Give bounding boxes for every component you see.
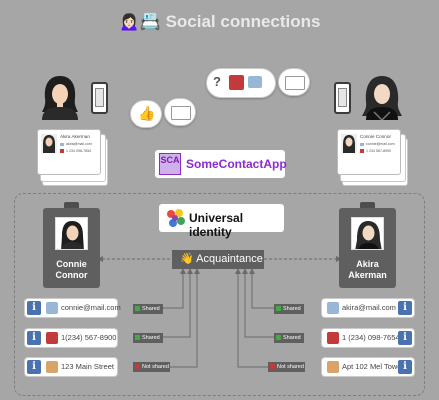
attribute-row-right-phone: 1 (234) 098-7654 i xyxy=(322,329,414,347)
universal-identity-logo-icon xyxy=(167,209,185,227)
acquaintance-relation: 👋 Acquaintance xyxy=(172,250,264,269)
identity-badge-left: Connie Connor xyxy=(43,202,100,288)
attribute-value: akira@mail.com xyxy=(342,303,396,312)
info-icon[interactable]: i xyxy=(27,360,41,374)
attribute-value: Apt 102 Mel Tower xyxy=(342,362,404,371)
home-icon xyxy=(46,361,58,373)
attribute-row-right-email: akira@mail.com i xyxy=(322,299,414,317)
attribute-value: connie@mail.com xyxy=(61,303,121,312)
badge-last-name: Connor xyxy=(55,270,88,280)
identity-badge-right: Akira Akerman xyxy=(339,202,396,288)
info-icon[interactable]: i xyxy=(398,360,412,374)
check-icon xyxy=(135,334,140,340)
info-icon[interactable]: i xyxy=(27,301,41,315)
attribute-value: 123 Main Street xyxy=(61,362,114,371)
attribute-row-right-address: Apt 102 Mel Tower i xyxy=(322,358,414,376)
info-icon[interactable]: i xyxy=(398,331,412,345)
check-icon xyxy=(276,305,281,311)
share-status-tag: Not shared xyxy=(133,362,170,372)
share-status-tag: Shared xyxy=(133,304,163,314)
attribute-value: 1(234) 567-8900 xyxy=(61,333,117,342)
check-icon xyxy=(135,305,140,311)
badge-photo xyxy=(351,217,384,250)
cross-icon xyxy=(270,363,275,369)
info-icon[interactable]: i xyxy=(27,331,41,345)
cross-icon xyxy=(135,363,140,369)
relation-label: Acquaintance xyxy=(196,253,263,265)
info-icon[interactable]: i xyxy=(398,301,412,315)
status-label: Shared xyxy=(142,306,160,312)
share-status-tag: Shared xyxy=(133,333,163,343)
status-label: Not shared xyxy=(142,364,169,370)
check-icon xyxy=(276,334,281,340)
status-label: Shared xyxy=(283,335,301,341)
share-status-tag: Shared xyxy=(274,333,304,343)
share-status-tag: Shared xyxy=(274,304,304,314)
attribute-row-left-email: i connie@mail.com xyxy=(25,299,121,317)
badge-clip xyxy=(64,202,79,208)
attribute-value: 1 (234) 098-7654 xyxy=(342,333,400,342)
email-icon xyxy=(327,302,339,314)
badge-last-name: Akerman xyxy=(348,270,387,280)
email-icon xyxy=(46,302,58,314)
attribute-row-left-phone: i 1(234) 567-8900 xyxy=(25,329,117,347)
badge-first-name: Connie xyxy=(56,259,87,269)
attribute-row-left-address: i 123 Main Street xyxy=(25,358,117,376)
phone-icon xyxy=(327,332,339,344)
badge-clip xyxy=(360,202,375,208)
status-label: Shared xyxy=(283,306,301,312)
wave-icon: 👋 xyxy=(180,253,194,265)
status-label: Not shared xyxy=(277,364,304,370)
phone-icon xyxy=(46,332,58,344)
universal-identity-label: Universal identity xyxy=(189,211,244,239)
badge-first-name: Akira xyxy=(356,259,379,269)
share-status-tag: Not shared xyxy=(268,362,305,372)
universal-identity-badge: Universal identity xyxy=(159,204,284,239)
status-label: Shared xyxy=(142,335,160,341)
home-icon xyxy=(327,361,339,373)
badge-photo xyxy=(55,217,88,250)
